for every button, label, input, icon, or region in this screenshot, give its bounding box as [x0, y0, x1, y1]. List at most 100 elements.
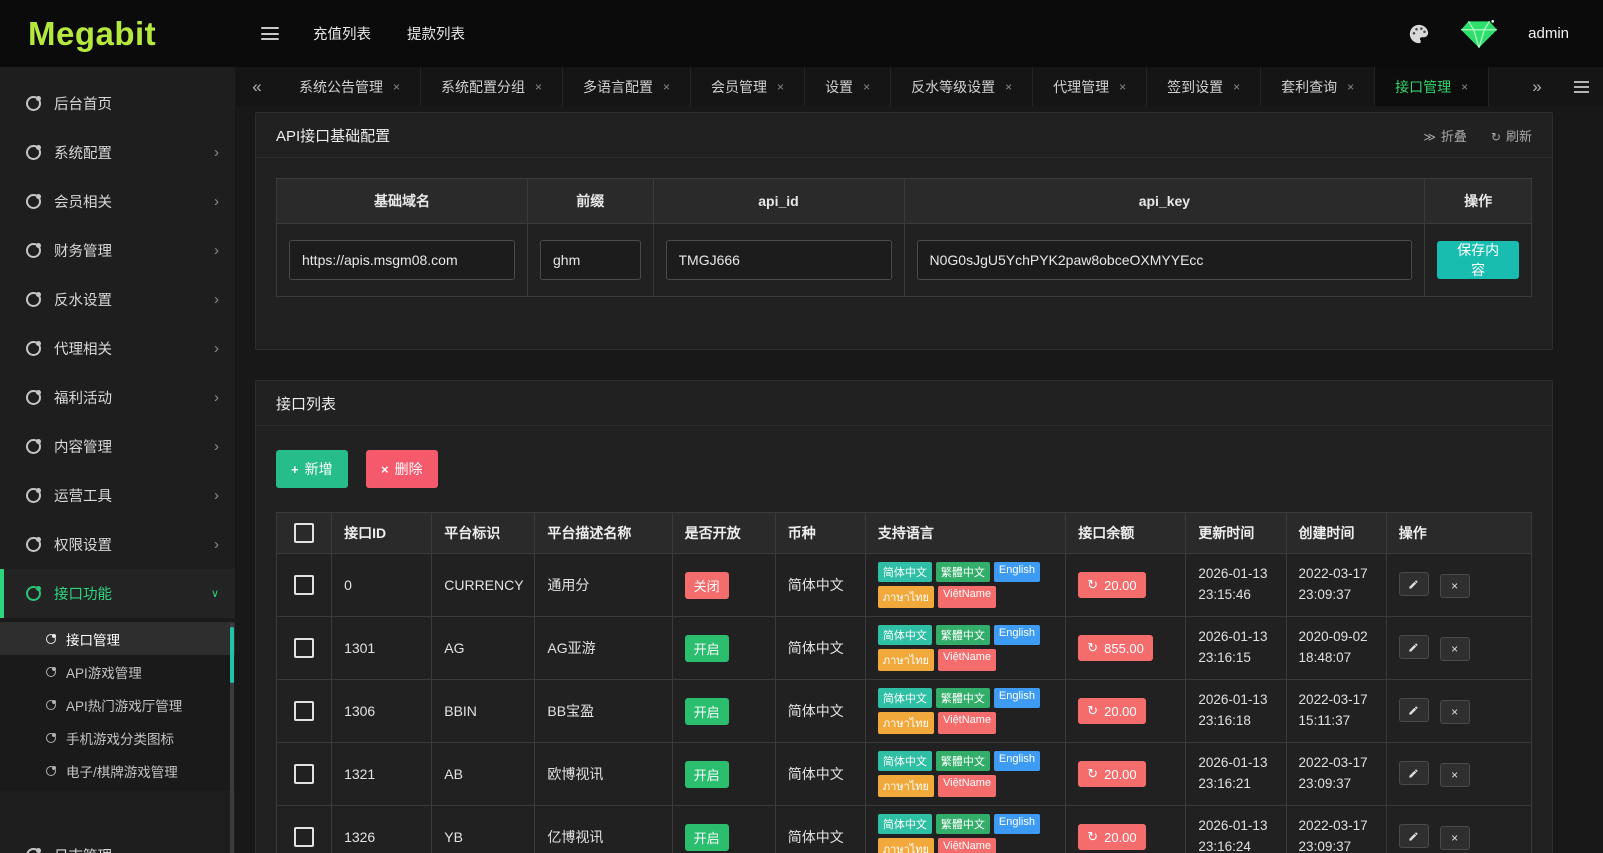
- sidebar-toggle-icon[interactable]: [257, 20, 283, 48]
- sidebar-item-system-config[interactable]: 系统配置 ›: [0, 128, 235, 177]
- tab-config-group[interactable]: 系统配置分组 ×: [421, 67, 563, 106]
- delete-row-button[interactable]: ×: [1440, 574, 1470, 598]
- delete-row-button[interactable]: ×: [1440, 763, 1470, 787]
- cell-currency: 简体中文: [775, 743, 865, 806]
- nav-withdraw-list[interactable]: 提款列表: [407, 23, 465, 44]
- row-checkbox[interactable]: [294, 827, 314, 847]
- sidebar-item-agents[interactable]: 代理相关 ›: [0, 324, 235, 373]
- created-date: 2022-03-17: [1299, 753, 1374, 774]
- save-button[interactable]: 保存内容: [1437, 241, 1519, 279]
- close-icon[interactable]: ×: [1119, 80, 1126, 94]
- sidebar-subitem-interface-manage[interactable]: 接口管理: [0, 622, 235, 655]
- collapse-button[interactable]: ≫折叠: [1423, 126, 1467, 145]
- row-checkbox[interactable]: [294, 638, 314, 658]
- sidebar-item-logs[interactable]: 日志管理: [0, 831, 235, 853]
- sidebar-subitem-mobile-category-icons[interactable]: 手机游戏分类图标: [0, 721, 235, 754]
- row-checkbox[interactable]: [294, 575, 314, 595]
- close-icon[interactable]: ×: [777, 80, 784, 94]
- created-time: 18:48:07: [1299, 648, 1374, 669]
- close-icon[interactable]: ×: [1233, 80, 1240, 94]
- delete-button[interactable]: ×删除: [366, 450, 438, 488]
- sidebar-item-permissions[interactable]: 权限设置 ›: [0, 520, 235, 569]
- add-button[interactable]: +新增: [276, 450, 348, 488]
- sidebar-subitem-api-games[interactable]: API游戏管理: [0, 655, 235, 688]
- sidebar-item-rebate[interactable]: 反水设置 ›: [0, 275, 235, 324]
- edit-row-button[interactable]: [1399, 635, 1429, 659]
- sidebar-item-content[interactable]: 内容管理 ›: [0, 422, 235, 471]
- sidebar-item-members[interactable]: 会员相关 ›: [0, 177, 235, 226]
- sidebar-item-interface[interactable]: 接口功能 ∨: [0, 569, 235, 618]
- tab-arbitrage-query[interactable]: 套利查询 ×: [1261, 67, 1375, 106]
- close-icon[interactable]: ×: [663, 80, 670, 94]
- edit-row-button[interactable]: [1399, 698, 1429, 722]
- language-badges: 简体中文 繁體中文 English ภาษาไทย ViệtName: [878, 751, 1053, 797]
- status-badge: 开启: [685, 635, 729, 662]
- close-icon[interactable]: ×: [1005, 80, 1012, 94]
- theme-palette-icon[interactable]: [1408, 23, 1430, 45]
- cell-platform-code: AG: [432, 617, 535, 680]
- user-menu[interactable]: admin: [1528, 25, 1569, 42]
- tabs-scroll-left-icon[interactable]: «: [235, 67, 279, 106]
- tabs-scroll-right-icon[interactable]: »: [1515, 67, 1559, 106]
- api-key-input[interactable]: [917, 240, 1413, 280]
- col-header-platform-name: 平台描述名称: [535, 513, 672, 554]
- close-icon[interactable]: ×: [1461, 80, 1468, 94]
- brand-logo[interactable]: Megabit: [0, 0, 235, 67]
- updated-time: 23:16:21: [1198, 774, 1273, 795]
- tab-system-announcement[interactable]: 系统公告管理 ×: [279, 67, 421, 106]
- edit-row-button[interactable]: [1399, 824, 1429, 848]
- updated-date: 2026-01-13: [1198, 690, 1273, 711]
- cell-platform-code: YB: [432, 806, 535, 853]
- col-header-api-key: api_key: [904, 179, 1425, 224]
- balance-refresh-badge[interactable]: ↻20.00: [1078, 824, 1145, 850]
- balance-refresh-badge[interactable]: ↻20.00: [1078, 572, 1145, 598]
- tabs-menu-icon[interactable]: [1559, 67, 1603, 106]
- refresh-button[interactable]: ↻刷新: [1491, 126, 1532, 145]
- tab-member-manage[interactable]: 会员管理 ×: [691, 67, 805, 106]
- menu-circle-icon: [46, 766, 56, 776]
- cell-currency: 简体中文: [775, 617, 865, 680]
- sidebar-subitem-slots-chess-games[interactable]: 电子/棋牌游戏管理: [0, 754, 235, 787]
- close-icon[interactable]: ×: [393, 80, 400, 94]
- sidebar-item-welfare[interactable]: 福利活动 ›: [0, 373, 235, 422]
- lang-badge-simplified: 简体中文: [878, 688, 932, 708]
- lang-badge-vietnamese: ViệtName: [938, 838, 996, 853]
- balance-refresh-badge[interactable]: ↻20.00: [1078, 761, 1145, 787]
- sidebar-subitem-api-hot-lobby[interactable]: API热门游戏厅管理: [0, 688, 235, 721]
- lang-badge-thai: ภาษาไทย: [878, 649, 934, 671]
- tab-settings[interactable]: 设置 ×: [805, 67, 891, 106]
- api-id-input[interactable]: [666, 240, 892, 280]
- edit-row-button[interactable]: [1399, 572, 1429, 596]
- base-domain-input[interactable]: [289, 240, 515, 280]
- tab-signin-settings[interactable]: 签到设置 ×: [1147, 67, 1261, 106]
- row-checkbox[interactable]: [294, 764, 314, 784]
- status-badge: 开启: [685, 824, 729, 851]
- sidebar-subitem-label: API游戏管理: [66, 662, 142, 682]
- close-icon[interactable]: ×: [535, 80, 542, 94]
- prefix-input[interactable]: [540, 240, 641, 280]
- tab-agent-manage[interactable]: 代理管理 ×: [1033, 67, 1147, 106]
- delete-row-button[interactable]: ×: [1440, 826, 1470, 850]
- balance-refresh-badge[interactable]: ↻20.00: [1078, 698, 1145, 724]
- chevron-right-icon: ›: [214, 389, 219, 406]
- nav-recharge-list[interactable]: 充值列表: [313, 23, 371, 44]
- balance-refresh-badge[interactable]: ↻855.00: [1078, 635, 1153, 661]
- close-icon[interactable]: ×: [863, 80, 870, 94]
- close-icon[interactable]: ×: [1347, 80, 1354, 94]
- gem-icon[interactable]: [1460, 18, 1498, 50]
- sidebar-item-finance[interactable]: 财务管理 ›: [0, 226, 235, 275]
- delete-row-button[interactable]: ×: [1440, 700, 1470, 724]
- updated-date: 2026-01-13: [1198, 753, 1273, 774]
- tab-multilanguage[interactable]: 多语言配置 ×: [563, 67, 691, 106]
- select-all-checkbox[interactable]: [294, 523, 314, 543]
- chevron-right-icon: ›: [214, 242, 219, 259]
- sidebar-item-dashboard[interactable]: 后台首页: [0, 79, 235, 128]
- updated-date: 2026-01-13: [1198, 816, 1273, 837]
- sidebar-scrollbar-thumb[interactable]: [230, 627, 234, 683]
- delete-row-button[interactable]: ×: [1440, 637, 1470, 661]
- tab-interface-manage[interactable]: 接口管理 ×: [1375, 67, 1489, 106]
- row-checkbox[interactable]: [294, 701, 314, 721]
- edit-row-button[interactable]: [1399, 761, 1429, 785]
- sidebar-item-operation-tools[interactable]: 运营工具 ›: [0, 471, 235, 520]
- tab-rebate-level[interactable]: 反水等级设置 ×: [891, 67, 1033, 106]
